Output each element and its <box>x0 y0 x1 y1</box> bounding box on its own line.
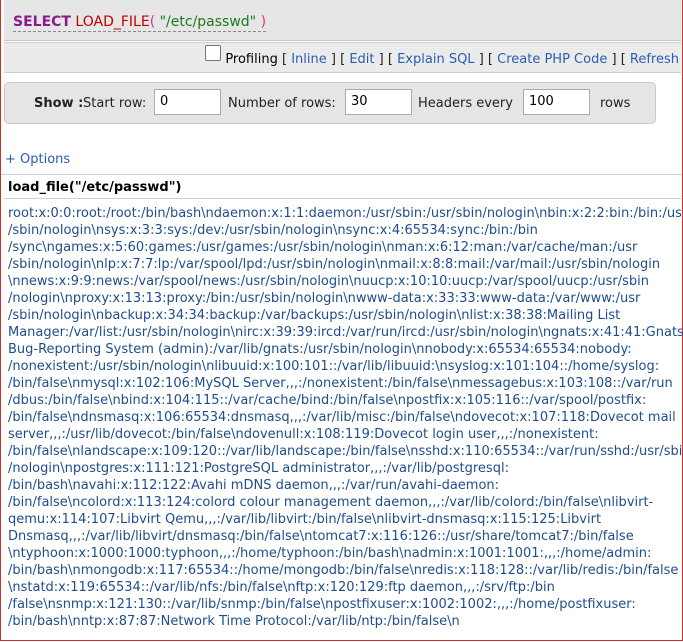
result-text-line: qemu:x:114:107:Libvirt Qemu,,,:/var/lib/… <box>8 512 602 527</box>
result-text-line: /false\nsnmp:x:121:130::/var/lib/snmp:/b… <box>8 597 636 612</box>
refresh-link[interactable]: Refresh <box>630 52 679 67</box>
result-text-line: /nologin\nproxy:x:13:13:proxy:/bin:/usr/… <box>8 291 641 306</box>
sql-function: LOAD_FILE <box>75 14 150 30</box>
result-text-line: /bin/false\nmysql:x:102:106:MySQL Server… <box>8 376 673 391</box>
result-text-line: Bug-Reporting System (admin):/var/lib/gn… <box>8 342 632 357</box>
result-text-line: \ntyphoon:x:1000:1000:typhoon,,,:/home/t… <box>8 546 652 561</box>
result-cell[interactable]: root:x:0:0:root:/root:/bin/bash\ndaemon:… <box>8 205 683 630</box>
result-text-line: /sync\ngames:x:5:60:games:/usr/games:/us… <box>8 240 638 255</box>
result-text-line: /sbin/nologin\nbackup:x:34:34:backup:/va… <box>8 308 621 323</box>
result-text-line: \nstatd:x:119:65534::/var/lib/nfs:/bin/f… <box>8 580 555 595</box>
result-text-line: /bin/bash\navahi:x:112:122:Avahi mDNS da… <box>8 478 500 493</box>
explain-sql-link[interactable]: Explain SQL <box>397 52 474 67</box>
result-text-line: /bin/false\ndnsmasq:x:106:65534:dnsmasq,… <box>8 410 676 425</box>
result-text-line: root:x:0:0:root:/root:/bin/bash\ndaemon:… <box>8 206 683 221</box>
result-text-line: Manager:/var/list:/usr/sbin/nologin\nirc… <box>8 325 683 340</box>
result-text-line: /bin/bash\nntp:x:87:87:Network Time Prot… <box>8 614 460 629</box>
result-text-line: /bin/false\ncolord:x:113:124:colord colo… <box>8 495 654 510</box>
query-results-panel: SELECT LOAD_FILE( "/etc/passwd" ) Profil… <box>0 0 683 641</box>
number-of-rows-input[interactable]: 30 <box>345 89 412 115</box>
sql-open-paren: ( <box>149 14 156 30</box>
sql-keyword: SELECT <box>13 14 71 30</box>
number-of-rows-label: Number of rows: <box>228 96 336 111</box>
profiling-checkbox[interactable] <box>205 45 222 61</box>
profiling-label[interactable]: Profiling <box>225 52 278 67</box>
show-label: Show : <box>34 96 84 111</box>
start-row-input[interactable]: 0 <box>154 89 221 115</box>
edit-link[interactable]: Edit <box>349 52 374 67</box>
result-column-header[interactable]: load_file("/etc/passwd") <box>4 176 681 199</box>
result-text-line: /sbin/nologin\nsys:x:3:3:sys:/dev:/usr/s… <box>8 223 538 238</box>
start-row-label: Start row: <box>83 96 147 111</box>
sql-close-paren: ) <box>260 14 267 30</box>
sql-query-text[interactable]: SELECT LOAD_FILE( "/etc/passwd" ) <box>13 14 267 32</box>
options-toggle[interactable]: + Options <box>5 152 70 167</box>
column-header-label: load_file("/etc/passwd") <box>8 180 182 195</box>
result-text-line: /dbus:/bin/false\nbind:x:104:115::/var/c… <box>8 393 647 408</box>
result-text-line: /nologin\npostgres:x:111:121:PostgreSQL … <box>8 461 509 476</box>
result-text-line: /nonexistent:/usr/sbin/nologin\nlibuuid:… <box>8 359 660 374</box>
create-php-code-link[interactable]: Create PHP Code <box>497 52 607 67</box>
headers-every-label: Headers every <box>418 96 513 111</box>
divider <box>1 174 682 175</box>
result-text-line: /bin/bash\nmongodb:x:117:65534::/home/mo… <box>8 563 679 578</box>
result-text-line: /sbin/nologin\nlp:x:7:7:lp:/var/spool/lp… <box>8 257 661 272</box>
result-text-line: /bin/false\nlandscape:x:109:120::/var/li… <box>8 444 683 459</box>
sql-string-argument: "/etc/passwd" <box>159 14 257 30</box>
navigation-fieldset: Show : Start row: 0 Number of rows: 30 H… <box>4 82 656 124</box>
headers-every-input[interactable]: 100 <box>523 89 590 115</box>
inline-edit-link[interactable]: Inline <box>291 52 327 67</box>
result-text-line: \nnews:x:9:9:news:/var/spool/news:/usr/s… <box>8 274 649 289</box>
result-text-line: Dnsmasq,,,:/var/lib/libvirt/dnsmasq:/bin… <box>8 529 634 544</box>
rows-label: rows <box>600 96 631 111</box>
result-text-line: server,,,:/usr/lib/dovecot:/bin/false\nd… <box>8 427 599 442</box>
query-toolbar: Profiling [ Inline ] [ Edit ] [ Explain … <box>4 42 681 73</box>
sql-query-box[interactable]: SELECT LOAD_FILE( "/etc/passwd" ) <box>4 0 681 41</box>
